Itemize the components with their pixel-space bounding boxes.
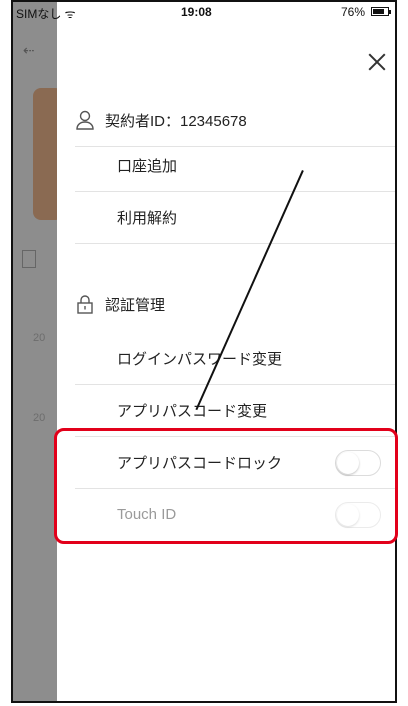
menu-item-cancel-contract[interactable]: 利用解約 <box>75 191 395 244</box>
document-icon <box>22 250 36 268</box>
background-number: 20 <box>33 332 46 344</box>
menu-item-label: 利用解約 <box>117 209 178 227</box>
carrier-label: SIMなし ᯤ <box>16 7 76 21</box>
battery-percent: 76% <box>341 5 366 19</box>
clock: 19:08 <box>181 5 212 19</box>
lock-icon <box>75 294 95 314</box>
menu-item-change-login-password[interactable]: ログインパスワード変更 <box>75 332 395 385</box>
account-id-label: 契約者ID：12345678 <box>105 112 247 130</box>
menu-item-label: アプリパスコード変更 <box>117 402 268 420</box>
back-arrow-icon: ⇠ <box>23 42 35 58</box>
status-bar: SIMなし ᯤ 19:08 76% <box>13 2 395 22</box>
auth-section-title: 認証管理 <box>105 296 166 314</box>
highlight-box <box>54 428 398 544</box>
close-icon[interactable] <box>365 50 389 74</box>
phone-frame: SIMなし ᯤ 19:08 76% ⇠ 20 20 契約者ID：12345678… <box>11 0 397 703</box>
menu-item-label: ログインパスワード変更 <box>117 350 283 368</box>
battery-icon <box>371 7 391 16</box>
menu-item-label: 口座追加 <box>117 157 178 175</box>
side-menu-drawer: 契約者ID：12345678 口座追加 利用解約 認証管理 ログインパスワード変… <box>57 22 395 701</box>
user-icon <box>75 110 95 130</box>
dimmed-background-app[interactable]: ⇠ 20 20 <box>13 2 63 701</box>
menu-item-add-account[interactable]: 口座追加 <box>75 139 395 192</box>
background-number: 20 <box>33 412 46 424</box>
